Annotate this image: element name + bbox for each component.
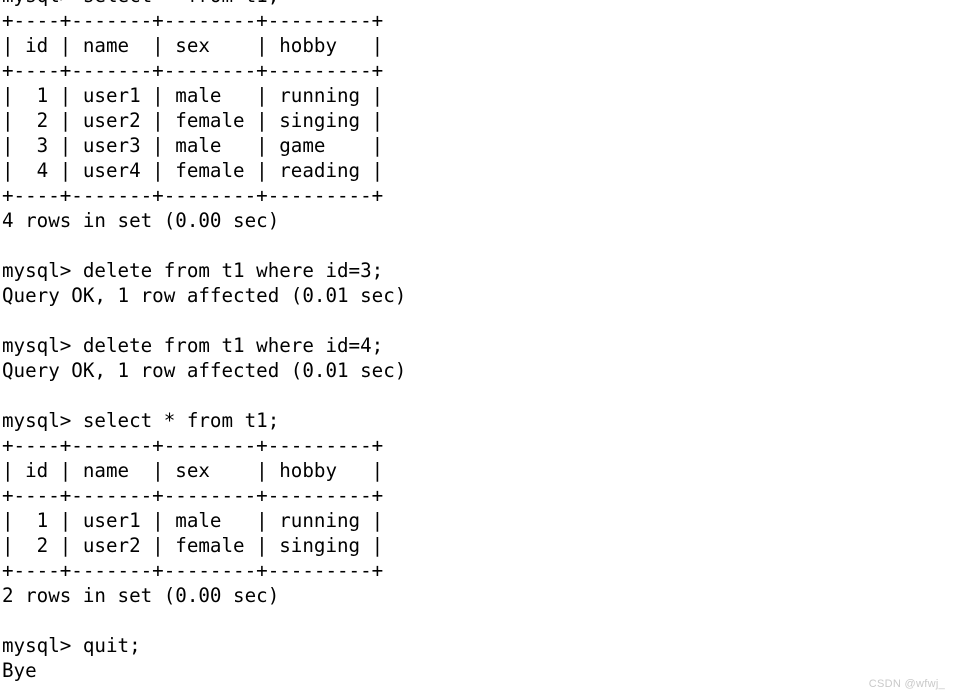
- terminal-output[interactable]: mysql> select * from t1; +----+-------+-…: [2, 0, 406, 683]
- csdn-watermark: CSDN @wfwj_: [868, 678, 945, 690]
- terminal-window[interactable]: mysql> select * from t1; +----+-------+-…: [0, 0, 954, 698]
